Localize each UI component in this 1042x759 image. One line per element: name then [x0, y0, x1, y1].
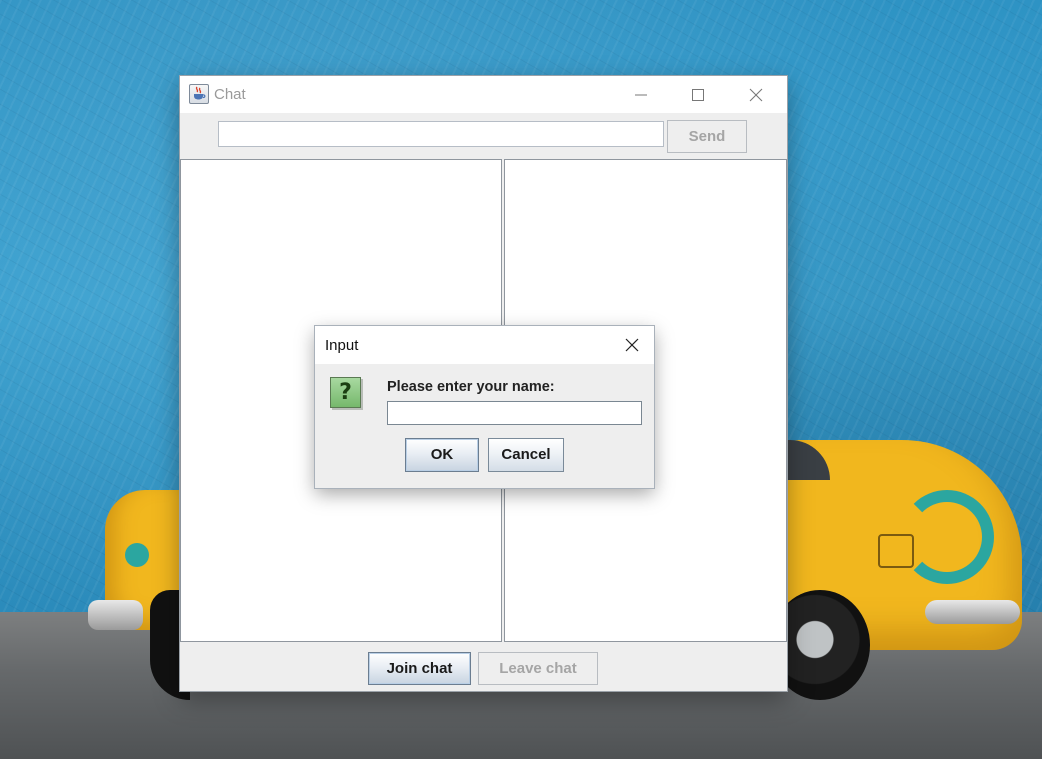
leave-chat-button[interactable]: Leave chat	[478, 652, 598, 685]
message-input[interactable]	[218, 121, 664, 147]
ok-button[interactable]: OK	[405, 438, 479, 472]
minimize-icon	[635, 94, 647, 95]
minimize-button[interactable]	[612, 76, 670, 113]
wallpaper-car-decal-ring	[900, 490, 994, 584]
wallpaper-car-handle	[878, 534, 914, 568]
wallpaper-car-rear-bumper	[925, 600, 1020, 624]
session-buttons-bar: Join chat Leave chat	[180, 642, 787, 691]
cancel-button[interactable]: Cancel	[488, 438, 564, 472]
wallpaper-car-decal	[125, 543, 149, 567]
join-chat-button[interactable]: Join chat	[368, 652, 471, 685]
window-title: Chat	[214, 86, 246, 103]
input-dialog-titlebar[interactable]: Input	[315, 326, 654, 364]
input-dialog: Input ? Please enter your name: OK Cance…	[315, 326, 654, 488]
dialog-prompt-label: Please enter your name:	[387, 379, 555, 395]
question-icon: ?	[330, 377, 361, 408]
close-icon	[749, 88, 763, 101]
chat-window-titlebar[interactable]: Chat	[180, 76, 787, 113]
wallpaper-car-bumper	[88, 600, 143, 630]
dialog-title: Input	[325, 337, 359, 354]
java-coffee-cup-icon[interactable]	[189, 84, 209, 104]
message-toolbar: Send	[180, 113, 787, 159]
close-icon	[625, 338, 639, 352]
dialog-close-button[interactable]	[610, 326, 654, 364]
close-button[interactable]	[727, 76, 785, 113]
name-input[interactable]	[387, 401, 642, 425]
maximize-icon	[692, 88, 704, 101]
maximize-button[interactable]	[669, 76, 727, 113]
send-button[interactable]: Send	[667, 120, 747, 153]
